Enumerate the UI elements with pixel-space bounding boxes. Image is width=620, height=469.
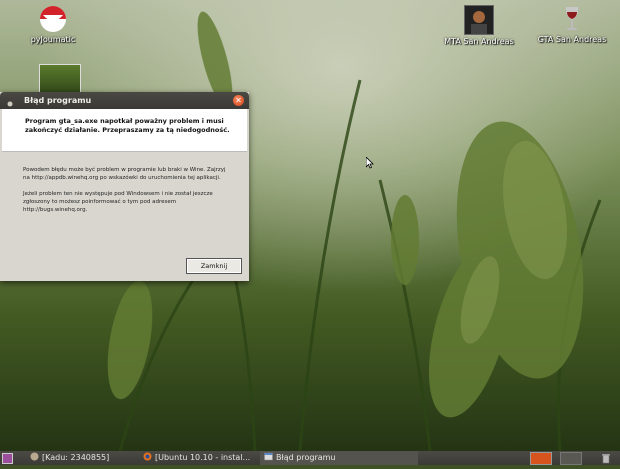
mouse-cursor-icon: [366, 157, 374, 169]
pyjoumatic-icon: [39, 5, 67, 33]
desktop-icon-label: GTA San Andreas: [537, 35, 607, 44]
desktop-icon-label: MTA San Andreas: [444, 37, 514, 46]
workspace-switcher-2[interactable]: [560, 452, 582, 465]
taskbar-item-error-dialog[interactable]: Błąd programu: [260, 451, 418, 465]
error-dialog: Błąd programu ✕ Program gta_sa.exe napot…: [0, 92, 249, 281]
taskbar-item-label: Błąd programu: [276, 453, 336, 462]
error-headline-panel: Program gta_sa.exe napotkał poważny prob…: [2, 109, 247, 152]
desktop-icon-label: pyJoumatic: [30, 35, 76, 44]
desktop-icon-pyjoumatic[interactable]: pyJoumatic: [13, 5, 93, 44]
dialog-title: Błąd programu: [24, 96, 92, 105]
error-headline: Program gta_sa.exe napotkał poważny prob…: [25, 117, 230, 134]
error-details-paragraph-2: Jeżeli problem ten nie występuje pod Win…: [23, 191, 213, 213]
dialog-titlebar[interactable]: Błąd programu ✕: [0, 92, 249, 109]
desktop-icon-mta[interactable]: MTA San Andreas: [439, 5, 519, 46]
wine-glass-icon: [558, 5, 586, 33]
taskbar-item-label: [Kadu: 2340855]: [42, 453, 110, 462]
taskbar-item-label: [Ubuntu 10.10 - instal...: [155, 453, 251, 462]
close-icon[interactable]: ✕: [233, 95, 244, 106]
kadu-icon: [30, 452, 39, 461]
desktop-icon-gta[interactable]: GTA San Andreas: [532, 5, 612, 44]
error-details-paragraph-1: Powodem błędu może być problem w program…: [23, 167, 226, 181]
firefox-icon: [143, 452, 152, 461]
window-menu-icon[interactable]: [7, 96, 13, 107]
trash-icon[interactable]: [600, 452, 612, 464]
mta-icon: [464, 5, 494, 35]
workspace-switcher-1[interactable]: [530, 452, 552, 465]
taskbar: [Kadu: 2340855] [Ubuntu 10.10 - instal..…: [0, 451, 620, 465]
error-details: Powodem błędu może być problem w program…: [23, 166, 233, 222]
window-icon: [264, 452, 273, 461]
show-desktop-button[interactable]: [2, 453, 13, 464]
close-button[interactable]: Zamknij: [186, 258, 242, 274]
taskbar-item-kadu[interactable]: [Kadu: 2340855]: [30, 451, 109, 465]
taskbar-item-firefox[interactable]: [Ubuntu 10.10 - instal...: [143, 451, 250, 465]
